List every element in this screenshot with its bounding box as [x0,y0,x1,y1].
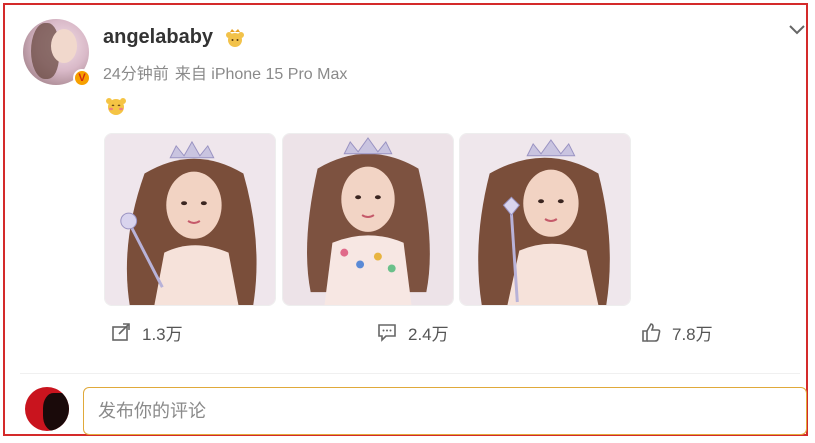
princess-tiara-photo-icon [105,134,275,305]
princess-tiara-photo-icon [283,134,453,305]
user-avatar[interactable]: V [23,19,91,87]
share-count: 1.3万 [142,324,183,344]
like-count: 7.8万 [672,324,713,344]
crown-bear-icon [226,29,244,47]
post-photo-3[interactable] [459,133,631,306]
comment-button[interactable]: 2.4万 [376,320,449,344]
post-photo-1[interactable] [104,133,276,306]
share-icon [112,323,130,341]
divider [20,373,800,374]
username-link[interactable]: angelababy [103,26,213,49]
post-source: 来自 iPhone 15 Pro Max [174,66,348,83]
my-avatar[interactable] [25,387,69,431]
post-photo-2[interactable] [282,133,454,306]
post-meta: 24分钟前 来自 iPhone 15 Pro Max [103,60,347,84]
comment-icon [378,324,396,342]
princess-wand-photo-icon [460,134,630,305]
comment-input[interactable] [83,387,807,435]
comment-count: 2.4万 [408,324,449,344]
post-time[interactable]: 24分钟前 [103,66,169,83]
like-button[interactable]: 7.8万 [640,320,713,344]
thumbs-up-icon [642,323,661,342]
blush-bear-emoji-icon [106,98,126,115]
share-button[interactable]: 1.3万 [110,320,183,344]
chevron-down-icon[interactable] [788,22,806,36]
verified-badge-icon: V [73,69,91,87]
